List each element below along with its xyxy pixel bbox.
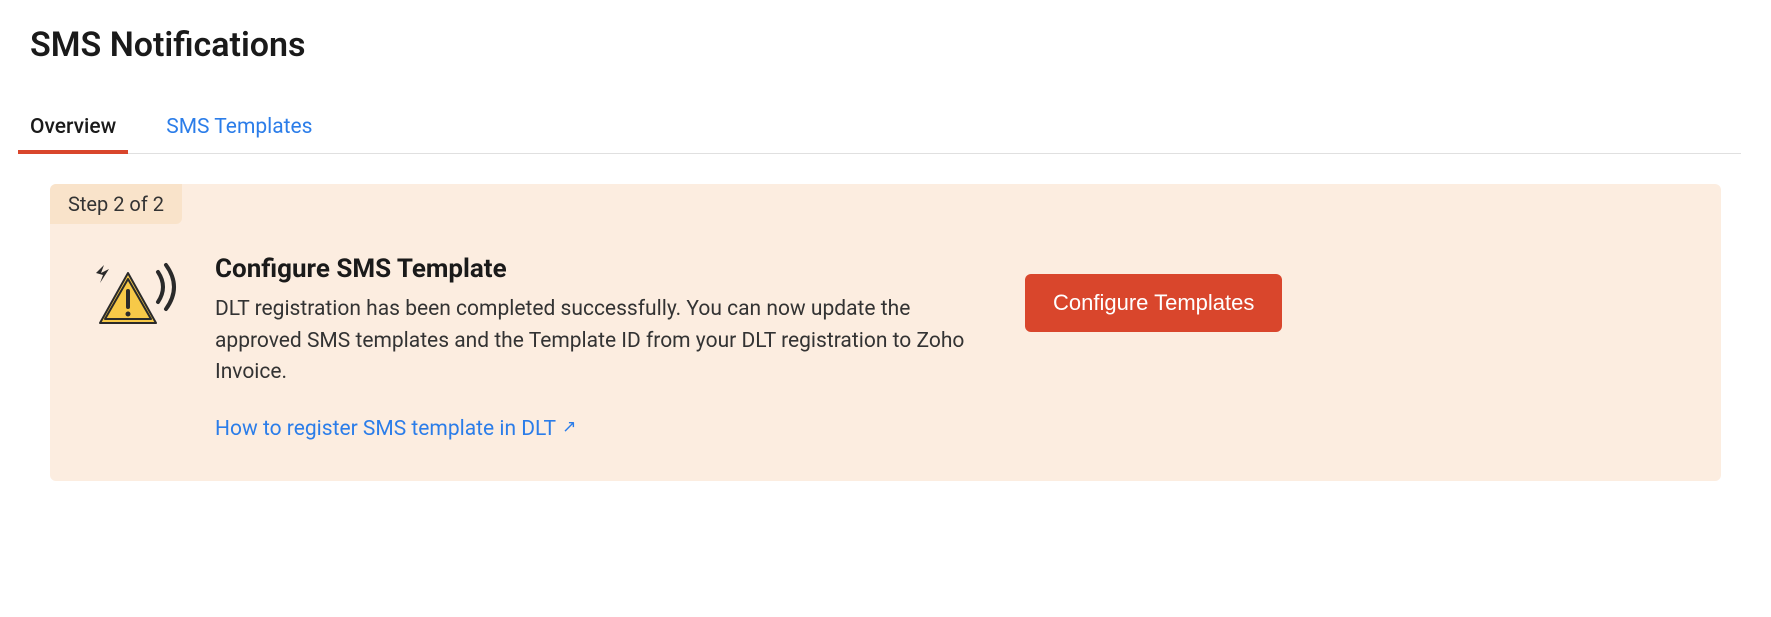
external-link-icon: ↗ bbox=[562, 417, 576, 437]
panel-content: Configure SMS Template DLT registration … bbox=[215, 254, 995, 441]
panel-description: DLT registration has been completed succ… bbox=[215, 294, 995, 389]
panel-body: Configure SMS Template DLT registration … bbox=[50, 224, 1721, 441]
tab-sms-templates[interactable]: SMS Templates bbox=[166, 115, 312, 153]
step-badge: Step 2 of 2 bbox=[50, 184, 182, 224]
help-link-text: How to register SMS template in DLT bbox=[215, 417, 556, 441]
step-panel: Step 2 of 2 Configure SMS Template DLT r… bbox=[50, 184, 1721, 481]
panel-action: Configure Templates bbox=[1025, 254, 1442, 332]
panel-title: Configure SMS Template bbox=[215, 254, 995, 284]
tabs-container: Overview SMS Templates bbox=[30, 115, 1741, 154]
warning-broadcast-icon bbox=[90, 259, 185, 339]
panel-icon-container bbox=[90, 254, 185, 343]
configure-templates-button[interactable]: Configure Templates bbox=[1025, 274, 1282, 332]
page-title: SMS Notifications bbox=[30, 25, 1741, 65]
help-link[interactable]: How to register SMS template in DLT ↗ bbox=[215, 417, 576, 441]
tab-overview[interactable]: Overview bbox=[30, 115, 116, 153]
